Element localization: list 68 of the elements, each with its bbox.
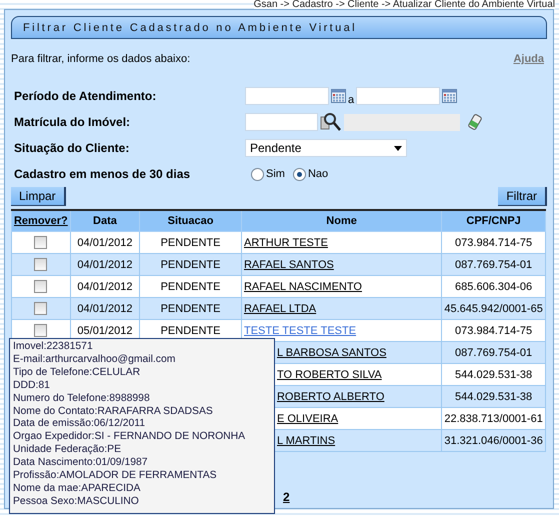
breadcrumb: Gsan -> Cadastro -> Cliente -> Atualizar Cliente do Ambiente Virtual [254,0,555,9]
eraser-icon[interactable] [468,114,482,130]
search-icon[interactable] [320,112,342,132]
date-text: 04/01/2012 [77,258,132,270]
document-number: 22.838.713/0001-61 [444,412,543,424]
tooltip-line: Nome da mae:APARECIDA [13,482,142,496]
document-number: 087.769.754-01 [455,346,532,358]
dropdown-caret-icon [394,146,402,150]
date-text: 04/01/2012 [77,236,132,248]
remove-header-link[interactable]: Remover? [14,215,68,227]
client-name-link[interactable]: RAFAEL LTDA [244,302,316,314]
document-number: 073.984.714-75 [455,324,532,336]
clear-button[interactable]: Limpar [11,187,66,206]
status-text: PENDENTE [160,258,220,270]
calendar-icon[interactable] [442,89,458,103]
tooltip-line: Orgao Expedidor:SI - FERNANDO DE NORONHA [13,431,246,444]
period-label: Período de Atendimento: [13,88,158,105]
registration-field[interactable] [245,113,318,131]
tooltip-line: Data de emissão:06/12/2011 [13,418,146,432]
tooltip-line: E-mail:arthurcarvalhoo@gmail.com [13,354,176,367]
tooltip-line: Data Nascimento:01/09/1987 [13,457,149,470]
document-number: 31.321.046/0001-36 [444,434,543,446]
document-number: 544.029.531-38 [455,390,532,402]
tooltip-line: Imovel:22381571 [13,341,94,354]
panel-title: Filtrar Cliente Cadastrado no Ambiente Virtual [11,16,547,39]
tooltip-line: Numero do Telefone:8988998 [13,392,151,406]
radio-option[interactable]: Sim [251,168,285,180]
tooltip-line: Unidade Federação:PE [13,444,122,458]
recent-registration-label: Cadastro em menos de 30 dias [13,166,192,183]
tooltip-line: Pessoa Sexo:MASCULINO [13,496,140,509]
remove-checkbox[interactable] [34,258,48,271]
column-header: CPF/CNPJ [442,210,546,232]
document-number: 685.606.304-06 [455,280,532,292]
range-separator: a [348,94,354,106]
column-header: Data [70,210,140,232]
remove-checkbox[interactable] [34,236,48,249]
column-header: Situacao [140,210,242,232]
instructions-text: Para filtrar, informe os dados abaixo: [11,53,190,65]
document-number: 087.769.754-01 [455,258,532,270]
client-status-label: Situação do Cliente: [13,140,130,157]
date-text: 05/01/2012 [77,324,132,336]
column-header: Nome [241,210,442,232]
page-link[interactable]: 2 [283,490,290,504]
tooltip-line: Profissão:AMOLADOR DE FERRAMENTAS [13,470,218,483]
filter-button[interactable]: Filtrar [498,187,547,206]
client-name-link[interactable]: E OLIVEIRA [276,412,338,424]
status-text: PENDENTE [160,236,220,248]
status-text: PENDENTE [160,324,220,336]
date-text: 04/01/2012 [77,280,132,292]
tooltip-line: Tipo de Telefone:CELULAR [13,366,142,380]
registration-label: Matrícula do Imóvel: [13,114,132,131]
calendar-icon[interactable] [331,89,346,103]
remove-checkbox[interactable] [34,302,48,315]
radio-option[interactable]: Nao [292,168,328,180]
remove-checkbox[interactable] [34,280,48,293]
status-text: PENDENTE [160,302,220,314]
date-text: 04/01/2012 [77,302,132,314]
tooltip-line: DDD:81 [13,380,51,393]
end-date-field[interactable] [356,87,440,105]
document-number: 45.645.942/0001-65 [444,302,543,314]
remove-checkbox[interactable] [34,324,48,337]
document-number: 544.029.531-38 [455,368,532,380]
tooltip-line: Nome do Contato:RARAFARRA SDADSAS [13,406,214,418]
status-text: PENDENTE [160,280,220,292]
client-name-link[interactable]: L MARTINS [276,434,336,446]
client-status-select[interactable]: Pendente [245,139,407,157]
start-date-field[interactable] [245,87,329,105]
document-number: 073.984.714-75 [455,236,532,248]
